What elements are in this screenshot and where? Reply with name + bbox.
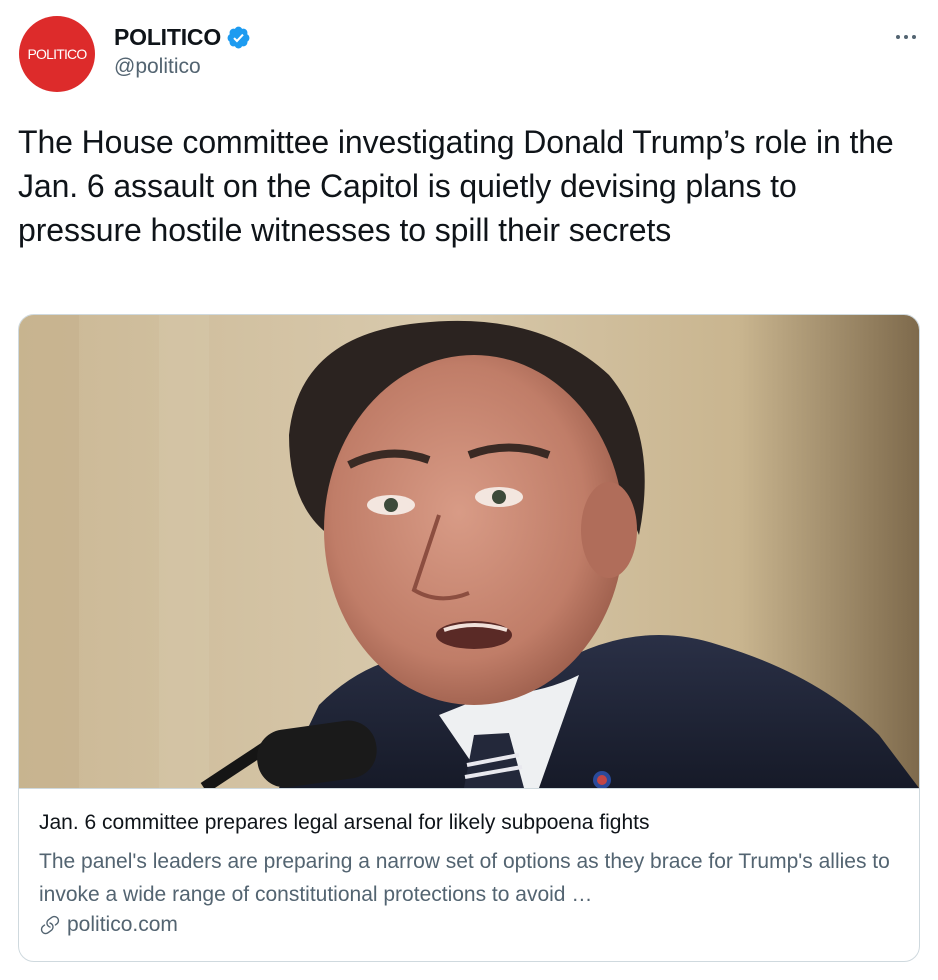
avatar[interactable]: POLITICO	[19, 16, 95, 92]
card-title[interactable]: Jan. 6 committee prepares legal arsenal …	[39, 811, 899, 835]
card-description: The panel's leaders are preparing a narr…	[39, 850, 890, 906]
card-image[interactable]	[19, 315, 919, 789]
photo-of-man-speaking-at-microphone-icon	[19, 315, 919, 788]
more-options-button[interactable]	[888, 24, 924, 50]
card-domain[interactable]: politico.com	[39, 913, 178, 937]
tweet-text: The House committee investigating Donald…	[18, 124, 894, 248]
link-icon	[40, 915, 60, 935]
display-name[interactable]: POLITICO	[114, 24, 221, 51]
more-options-icon	[896, 35, 900, 39]
author-name-row: POLITICO	[114, 22, 251, 52]
tweet: POLITICO POLITICO @politico The House co…	[0, 0, 938, 980]
handle[interactable]: @politico	[114, 55, 201, 79]
avatar-logo-text: POLITICO	[27, 46, 88, 62]
verified-badge-icon	[227, 26, 250, 48]
link-card[interactable]: Jan. 6 committee prepares legal arsenal …	[18, 314, 920, 962]
card-domain-text: politico.com	[67, 913, 178, 936]
